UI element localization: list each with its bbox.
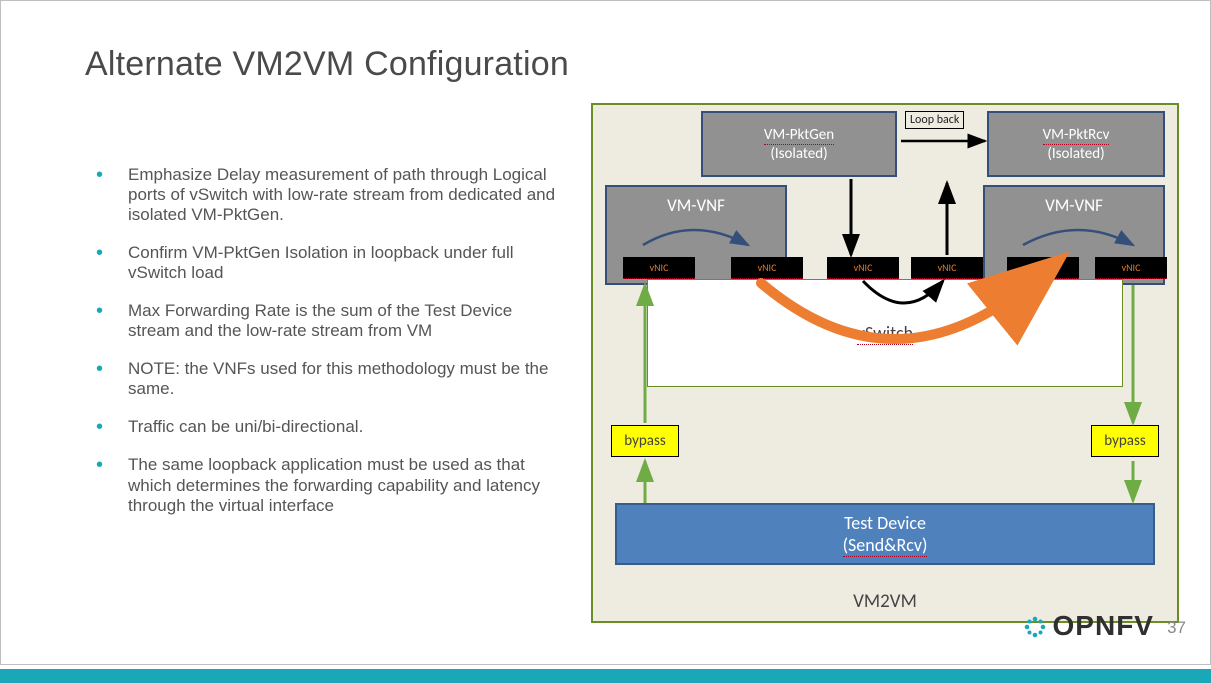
slide-inner: Alternate VM2VM Configuration Emphasize … — [0, 0, 1211, 665]
box-test-device: Test Device (Send&Rcv) — [615, 503, 1155, 565]
diagram-vm2vm: VM-PktGen (Isolated) VM-PktRcv (Isolated… — [591, 103, 1179, 623]
label: Test Device — [844, 512, 926, 534]
label: (Isolated) — [1047, 145, 1104, 163]
label: vSwitch — [648, 322, 1122, 344]
vnic: vNIC — [827, 257, 899, 279]
bypass-right: bypass — [1091, 425, 1159, 457]
box-vm-pktrcv: VM-PktRcv (Isolated) — [987, 111, 1165, 177]
page-number: 37 — [1167, 618, 1186, 638]
vnic: vNIC — [731, 257, 803, 279]
logo-text: OPNFV — [1053, 610, 1154, 642]
label: (Send&Rcv) — [843, 534, 928, 557]
bullet-item: Max Forwarding Rate is the sum of the Te… — [96, 301, 556, 341]
vnic: vNIC — [911, 257, 983, 279]
vnic: vNIC — [623, 257, 695, 279]
bullet-item: Confirm VM-PktGen Isolation in loopback … — [96, 243, 556, 283]
bullet-item: Traffic can be uni/bi-directional. — [96, 417, 556, 437]
bypass-left: bypass — [611, 425, 679, 457]
bullet-list: Emphasize Delay measurement of path thro… — [96, 165, 556, 534]
bullet-item: Emphasize Delay measurement of path thro… — [96, 165, 556, 225]
bullet-item: NOTE: the VNFs used for this methodology… — [96, 359, 556, 399]
bullet-item: The same loopback application must be us… — [96, 455, 556, 515]
box-vm-pktgen: VM-PktGen (Isolated) — [701, 111, 897, 177]
label: VM-VNF — [985, 195, 1163, 216]
label: VM-VNF — [607, 195, 785, 216]
label: VM-PktGen — [764, 126, 834, 145]
logo-opnfv: OPNFV — [1023, 610, 1154, 642]
logo-mark-icon — [1023, 614, 1047, 638]
vnic: vNIC — [1095, 257, 1167, 279]
box-vswitch: vSwitch — [647, 279, 1123, 387]
footer-accent-bar — [0, 669, 1211, 683]
label: (Isolated) — [770, 145, 827, 163]
slide: Alternate VM2VM Configuration Emphasize … — [0, 0, 1211, 683]
slide-title: Alternate VM2VM Configuration — [85, 45, 569, 84]
label: VM-PktRcv — [1043, 126, 1110, 145]
loopback-label: Loop back — [905, 111, 964, 129]
vnic: vNIC — [1007, 257, 1079, 279]
